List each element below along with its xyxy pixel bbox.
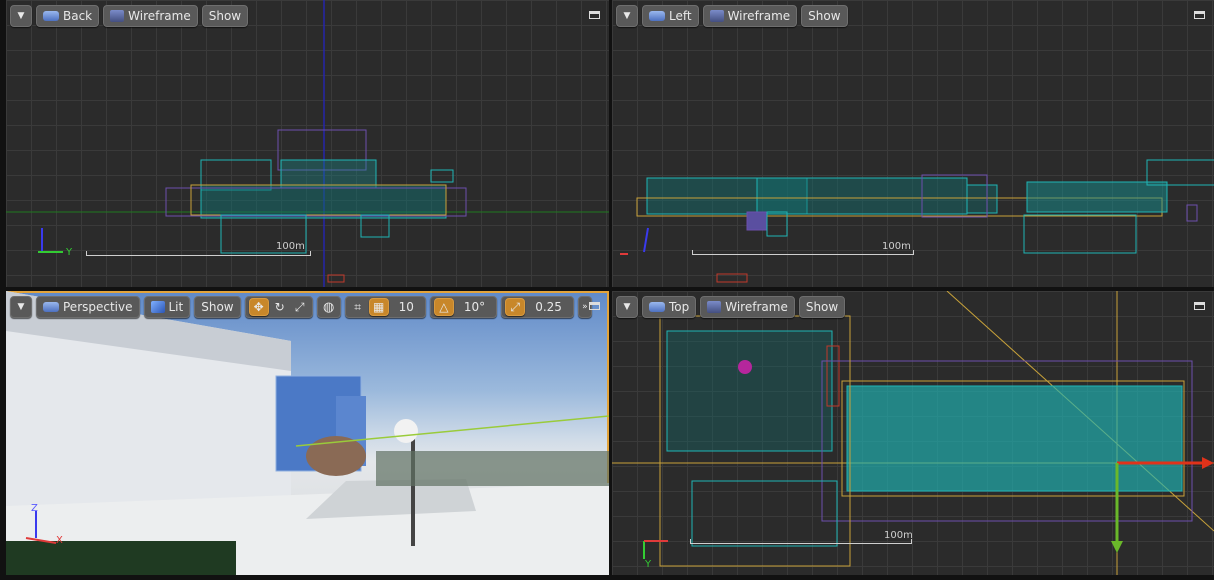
maximize-icon[interactable] bbox=[589, 302, 600, 310]
camera-icon bbox=[649, 302, 665, 312]
view-mode-button[interactable]: Wireframe bbox=[702, 5, 798, 27]
top-viewport-toolbar: ▼ Top Wireframe Show bbox=[616, 296, 846, 318]
rotate-tool-icon[interactable]: ↻ bbox=[271, 300, 289, 314]
coordinate-system-icon[interactable]: ◍ bbox=[316, 296, 341, 318]
view-mode-button[interactable]: Wireframe bbox=[103, 5, 198, 27]
rotation-snap-value[interactable]: 10° bbox=[456, 300, 493, 314]
transform-tools: ✥ ↻ ⤢ bbox=[244, 296, 313, 318]
wireframe-icon bbox=[707, 301, 722, 313]
camera-icon bbox=[43, 11, 59, 21]
view-type-button[interactable]: Top bbox=[642, 296, 697, 318]
axis-z-label: Z bbox=[31, 503, 38, 514]
viewport-perspective[interactable]: ▼ Perspective Lit Show ✥ ↻ ⤢ ◍ ⌗ ▦ 10 △ … bbox=[6, 291, 609, 575]
maximize-icon[interactable] bbox=[1194, 302, 1205, 310]
show-button[interactable]: Show bbox=[194, 296, 241, 318]
view-type-button[interactable]: Perspective bbox=[36, 296, 140, 318]
show-button[interactable]: Show bbox=[201, 5, 249, 27]
left-viewport-toolbar: ▼ Left Wireframe Show bbox=[616, 5, 848, 27]
surface-snap-icon[interactable]: ⌗ bbox=[349, 300, 367, 315]
rotation-snap: △ 10° bbox=[429, 296, 498, 318]
axis-y-label: Y bbox=[66, 247, 73, 258]
left-wireframe-scene bbox=[620, 159, 1214, 283]
view-type-button[interactable]: Back bbox=[36, 5, 100, 27]
scale-bar bbox=[692, 250, 914, 255]
camera-icon bbox=[43, 302, 59, 312]
rotation-snap-icon[interactable]: △ bbox=[433, 298, 454, 316]
lit-cube-icon bbox=[150, 301, 165, 313]
viewport-left[interactable]: ▼ Left Wireframe Show 100m bbox=[612, 0, 1214, 287]
view-mode-button[interactable]: Wireframe bbox=[700, 296, 795, 318]
scale-snap: ⤢ 0.25 bbox=[501, 296, 574, 318]
viewport-back[interactable]: ▼ Back Wireframe Show Y 100m bbox=[6, 0, 609, 287]
viewport-options-dropdown[interactable]: ▼ bbox=[616, 5, 638, 27]
wireframe-icon bbox=[110, 10, 125, 22]
scale-snap-icon[interactable]: ⤢ bbox=[505, 298, 526, 316]
viewport-top[interactable]: ▼ Top Wireframe Show Y 100m bbox=[612, 291, 1214, 575]
back-wireframe-scene bbox=[6, 0, 609, 287]
show-button[interactable]: Show bbox=[801, 5, 848, 27]
perspective-viewport-toolbar: ▼ Perspective Lit Show ✥ ↻ ⤢ ◍ ⌗ ▦ 10 △ … bbox=[10, 296, 592, 318]
scale-tool-icon[interactable]: ⤢ bbox=[291, 300, 309, 315]
maximize-icon[interactable] bbox=[589, 11, 600, 19]
wireframe-icon bbox=[709, 10, 724, 22]
scale-label: 100m bbox=[884, 530, 913, 541]
back-viewport-toolbar: ▼ Back Wireframe Show bbox=[10, 5, 249, 27]
grid-snap-icon[interactable]: ▦ bbox=[368, 298, 389, 316]
view-mode-button[interactable]: Lit bbox=[143, 296, 191, 318]
show-button[interactable]: Show bbox=[798, 296, 846, 318]
maximize-icon[interactable] bbox=[1194, 11, 1205, 19]
scale-label: 100m bbox=[276, 241, 305, 252]
axis-y-label: Y bbox=[645, 559, 652, 570]
snap-controls: ⌗ ▦ 10 bbox=[344, 296, 426, 318]
viewport-options-dropdown[interactable]: ▼ bbox=[10, 5, 32, 27]
perspective-scene bbox=[6, 291, 609, 575]
viewport-options-dropdown[interactable]: ▼ bbox=[10, 296, 32, 318]
camera-icon bbox=[649, 11, 665, 21]
scale-bar bbox=[690, 539, 912, 544]
top-wireframe-scene bbox=[612, 291, 1214, 575]
view-type-button[interactable]: Left bbox=[642, 5, 699, 27]
viewport-options-dropdown[interactable]: ▼ bbox=[616, 296, 638, 318]
translate-tool-icon[interactable]: ✥ bbox=[248, 298, 269, 316]
axis-x-label: X bbox=[56, 535, 63, 546]
scale-label: 100m bbox=[882, 241, 911, 252]
scale-snap-value[interactable]: 0.25 bbox=[527, 300, 570, 314]
grid-snap-value[interactable]: 10 bbox=[391, 300, 422, 314]
